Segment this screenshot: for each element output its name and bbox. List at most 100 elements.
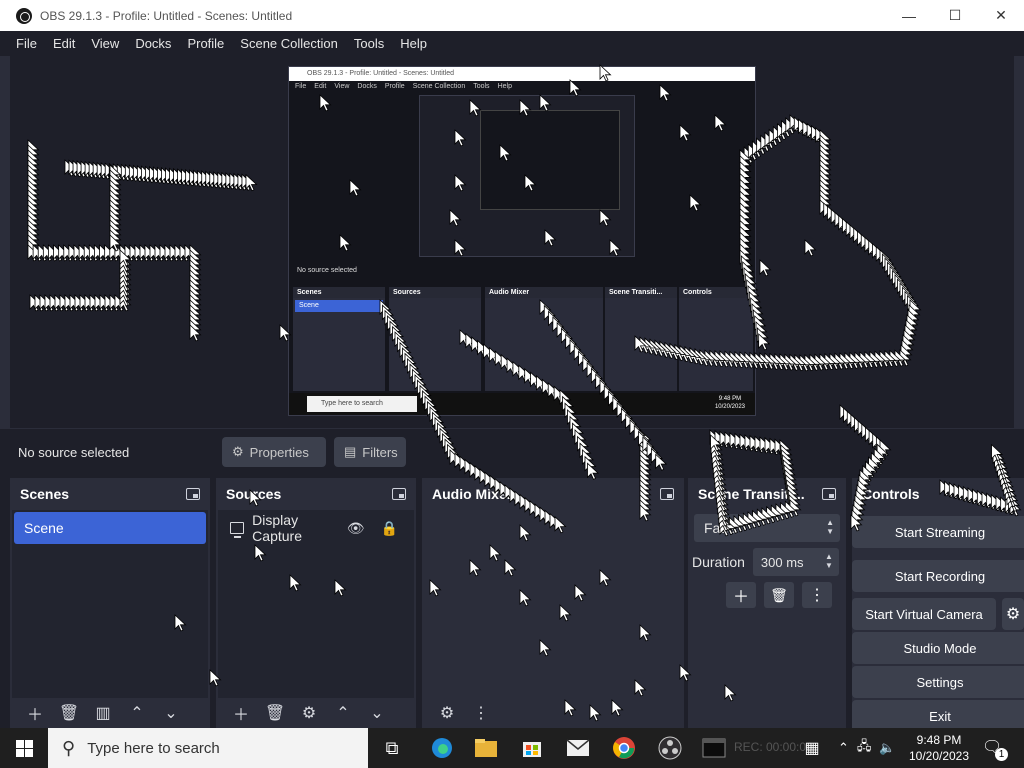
dock-float-icon[interactable]: [660, 488, 674, 500]
add-transition-icon[interactable]: ＋: [726, 582, 756, 608]
eye-icon[interactable]: 👁: [347, 520, 365, 537]
nested-clock-date: 10/20/2023: [714, 404, 745, 410]
taskbar-clock[interactable]: 9:48 PM 10/20/2023: [906, 732, 972, 764]
chrome-icon[interactable]: [610, 734, 638, 762]
desktop: OBS 29.1.3 - Profile: Untitled - Scenes:…: [0, 0, 1024, 768]
scenes-dock: Scenes Scene ＋ 🗑 ▥ ⌃ ⌄: [10, 478, 210, 728]
mail-icon[interactable]: [564, 734, 592, 762]
scenes-dock-header: Scenes: [10, 478, 210, 510]
duration-value: 300 ms: [760, 554, 804, 570]
nested-menu-bar: File Edit View Docks Profile Scene Colle…: [289, 81, 755, 93]
nested-panel-title: Sources: [389, 287, 481, 298]
store-icon[interactable]: [518, 734, 546, 762]
filters-label: Filters: [362, 444, 398, 460]
news-icon[interactable]: ▦: [798, 734, 826, 762]
lock-icon[interactable]: 🔒: [381, 520, 398, 537]
nested-search: Type here to search: [307, 396, 417, 412]
audio-mixer-toolbar: ⚙ ⋮: [422, 698, 684, 728]
edge-icon[interactable]: [428, 734, 456, 762]
scene-filters-icon[interactable]: ▥: [88, 700, 118, 726]
more-options-icon[interactable]: ⋮: [466, 700, 496, 726]
studio-mode-button[interactable]: Studio Mode: [852, 632, 1024, 664]
source-properties-icon[interactable]: ⚙: [294, 700, 324, 726]
add-source-icon[interactable]: ＋: [226, 700, 256, 726]
remove-transition-icon[interactable]: 🗑: [764, 582, 794, 608]
menu-view[interactable]: View: [83, 36, 127, 51]
gear-icon: ⚙: [232, 444, 244, 459]
sources-dock-header: Sources: [216, 478, 416, 510]
nested-panel-title: Scene Transiti...: [605, 287, 677, 298]
controls-title: Controls: [862, 486, 920, 502]
window-titlebar[interactable]: OBS 29.1.3 - Profile: Untitled - Scenes:…: [0, 0, 1024, 31]
filters-button[interactable]: ▤ Filters: [334, 437, 406, 467]
volume-muted-icon[interactable]: 🔈: [879, 740, 895, 756]
nested-menu-item: Scene Collection: [412, 83, 466, 90]
chevron-up-icon[interactable]: ⌃: [838, 740, 849, 756]
network-icon[interactable]: 🖧: [857, 737, 872, 759]
terminal-icon[interactable]: [700, 734, 728, 762]
clock-date: 10/20/2023: [908, 749, 970, 763]
move-up-icon[interactable]: ⌃: [328, 700, 358, 726]
menu-file[interactable]: File: [8, 36, 45, 51]
settings-button[interactable]: Settings: [852, 666, 1024, 698]
nested-menu-item: File: [295, 83, 307, 90]
audio-mixer-body: [424, 510, 682, 698]
controls-header: Controls: [852, 478, 1024, 510]
dock-float-icon[interactable]: [392, 488, 406, 500]
search-icon: ⚲: [62, 737, 76, 758]
dock-float-icon[interactable]: [186, 488, 200, 500]
remove-source-icon[interactable]: 🗑: [260, 700, 290, 726]
start-streaming-button[interactable]: Start Streaming: [852, 516, 1024, 548]
search-placeholder: Type here to search: [87, 739, 220, 757]
preview-right-margin: [1014, 56, 1024, 428]
remove-scene-icon[interactable]: 🗑: [54, 700, 84, 726]
move-down-icon[interactable]: ⌄: [156, 700, 186, 726]
windows-logo-icon: [15, 739, 33, 757]
move-up-icon[interactable]: ⌃: [122, 700, 152, 726]
spinner-icon[interactable]: ▲ ▼: [825, 552, 833, 570]
nested-transitions-panel: Scene Transiti...: [605, 287, 677, 391]
duration-label: Duration: [692, 554, 745, 570]
duration-input[interactable]: 300 ms ▲ ▼: [752, 548, 839, 576]
dock-float-icon[interactable]: [822, 488, 836, 500]
monitor-icon: [230, 522, 245, 538]
menu-docks[interactable]: Docks: [127, 36, 179, 51]
menu-profile[interactable]: Profile: [179, 36, 232, 51]
menu-scene-collection[interactable]: Scene Collection: [232, 36, 346, 51]
windows-taskbar: ⚲ Type here to search ⧉ REC: 00:00:00 ▦ …: [0, 728, 1024, 768]
nested-panel-title: Scenes: [293, 287, 385, 298]
advanced-audio-icon[interactable]: ⚙: [432, 700, 462, 726]
obs-taskbar-icon[interactable]: [656, 734, 684, 762]
scene-item[interactable]: Scene: [14, 512, 206, 544]
nested-clock: 9:48 PM 10/20/2023: [715, 395, 745, 411]
move-down-icon[interactable]: ⌄: [362, 700, 392, 726]
audio-mixer-dock: Audio Mixer ⚙ ⋮: [422, 478, 684, 728]
add-scene-icon[interactable]: ＋: [20, 700, 50, 726]
preview-canvas[interactable]: OBS 29.1.3 - Profile: Untitled - Scenes:…: [0, 56, 1024, 428]
start-virtual-camera-button[interactable]: Start Virtual Camera: [852, 598, 996, 630]
scene-transitions-dock: Scene Transiti... Fade ▲ ▼ Duration 300 m…: [688, 478, 846, 728]
start-button[interactable]: [0, 728, 48, 768]
file-explorer-icon[interactable]: [472, 734, 500, 762]
menu-tools[interactable]: Tools: [346, 36, 392, 51]
transition-properties-icon[interactable]: ⋮: [802, 582, 832, 608]
notification-icon[interactable]: 🗨 1: [982, 737, 1008, 761]
nested-panel-title: Controls: [679, 287, 753, 298]
virtual-camera-settings-icon[interactable]: ⚙: [1002, 598, 1024, 630]
menu-edit[interactable]: Edit: [45, 36, 83, 51]
controls-dock: Controls Start Streaming Start Recording…: [852, 478, 1024, 728]
menu-help[interactable]: Help: [392, 36, 435, 51]
taskbar-search[interactable]: ⚲ Type here to search: [48, 728, 368, 768]
chevron-updown-icon: ▲ ▼: [826, 518, 834, 536]
properties-button[interactable]: ⚙ Properties: [222, 437, 326, 467]
source-item[interactable]: Display Capture 👁 🔒: [220, 512, 412, 544]
minimize-button[interactable]: —: [886, 0, 932, 31]
task-view-icon[interactable]: ⧉: [378, 734, 406, 762]
maximize-button[interactable]: ☐: [932, 0, 978, 31]
exit-button[interactable]: Exit: [852, 700, 1024, 728]
transition-select[interactable]: Fade ▲ ▼: [694, 514, 840, 542]
no-source-label: No source selected: [18, 445, 130, 460]
start-recording-button[interactable]: Start Recording: [852, 560, 1024, 592]
close-button[interactable]: ✕: [978, 0, 1024, 31]
nested-taskbar: Type here to search 9:48 PM 10/20/2023: [289, 393, 755, 415]
